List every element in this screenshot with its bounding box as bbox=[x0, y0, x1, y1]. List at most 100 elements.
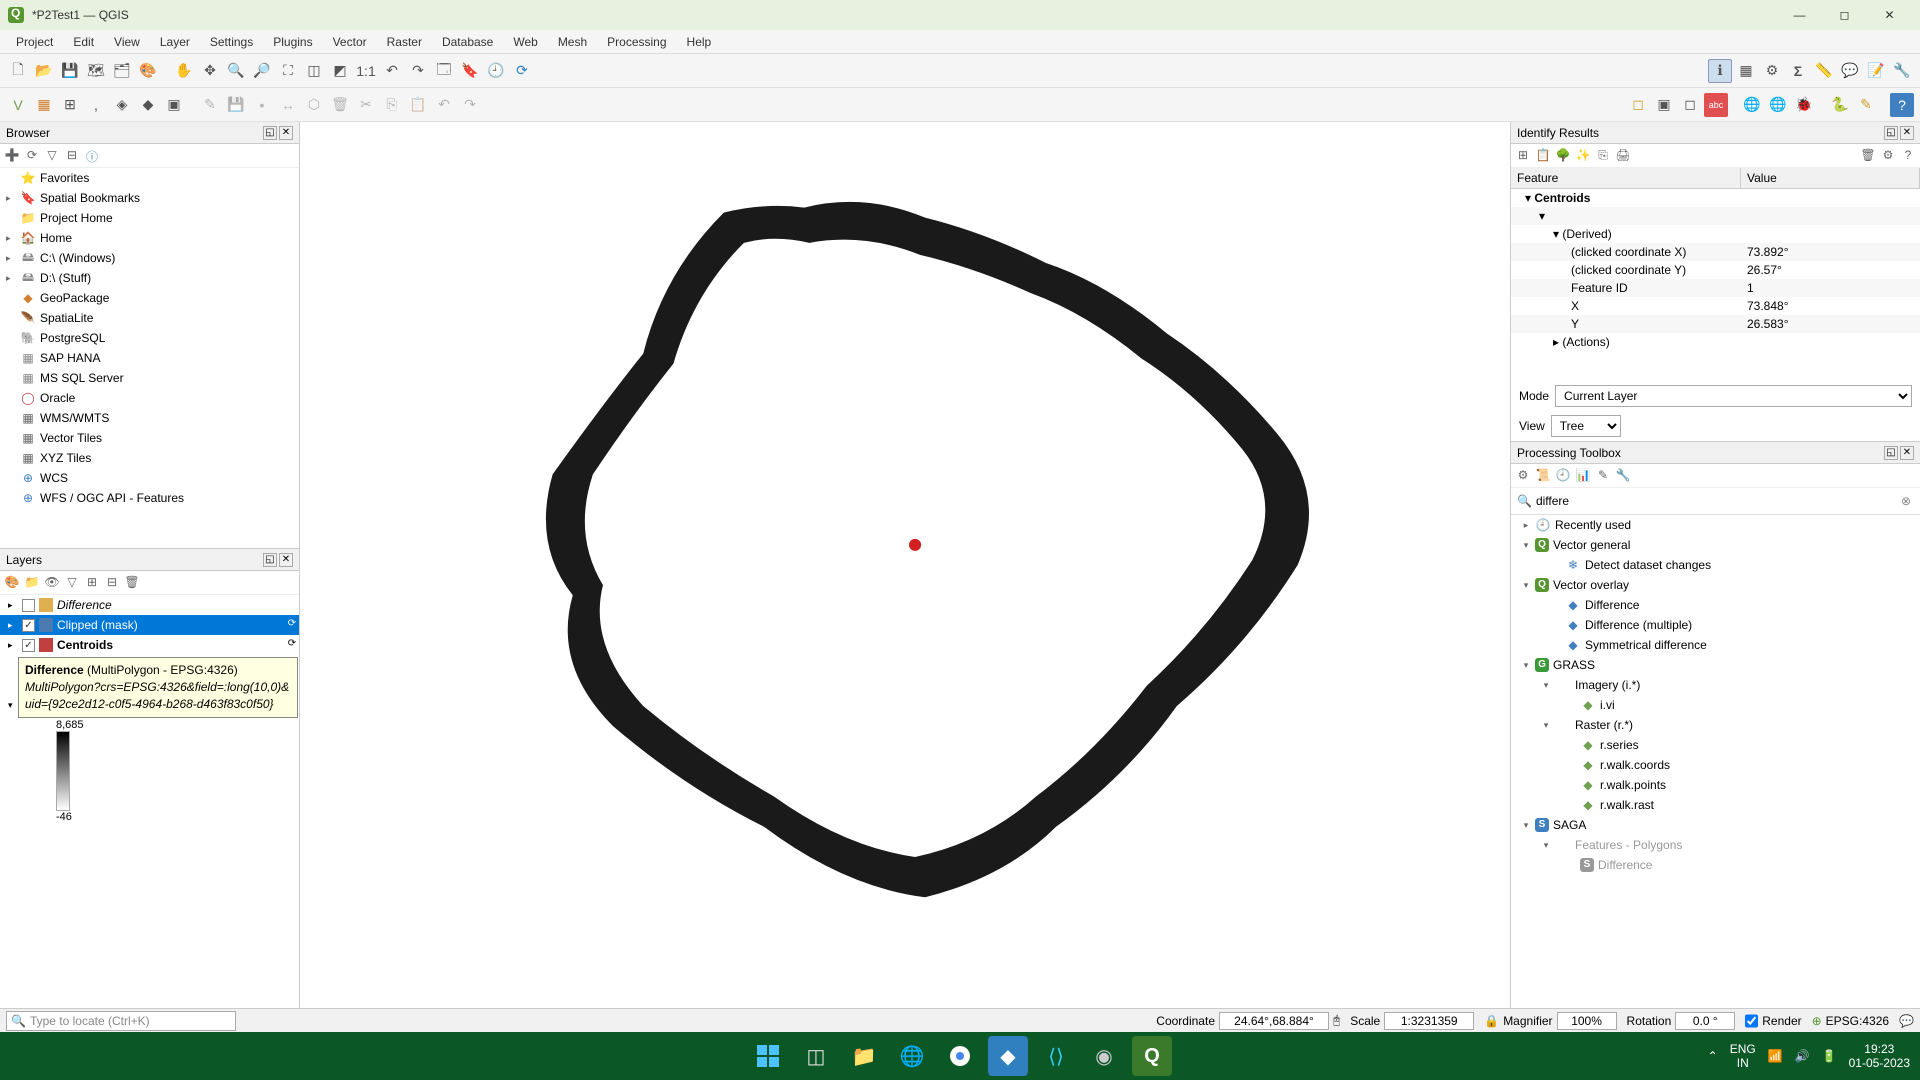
identify-tree-icon[interactable]: 🌳 bbox=[1555, 148, 1571, 164]
crs-label[interactable]: EPSG:4326 bbox=[1826, 1014, 1889, 1028]
cut-icon[interactable]: ✂ bbox=[354, 93, 378, 117]
identify-settings-icon[interactable]: ⚙ bbox=[1880, 148, 1896, 164]
menu-layer[interactable]: Layer bbox=[150, 32, 200, 52]
toolbox-search-clear-icon[interactable]: ⊗ bbox=[1898, 494, 1914, 508]
zoom-in-icon[interactable]: 🔍 bbox=[224, 59, 248, 83]
label-tool-icon[interactable]: abc bbox=[1704, 93, 1728, 117]
toolbox-results-icon[interactable]: 📊 bbox=[1575, 468, 1591, 484]
menu-database[interactable]: Database bbox=[432, 32, 503, 52]
browser-item[interactable]: ▦XYZ Tiles bbox=[0, 448, 299, 468]
layers-expand-icon[interactable]: ⊞ bbox=[84, 575, 100, 591]
toolbox-tree[interactable]: ▸🕘Recently used▾QVector general❄Detect d… bbox=[1511, 515, 1920, 1008]
browser-properties-icon[interactable]: ⓘ bbox=[84, 148, 100, 164]
browser-item[interactable]: 🪶SpatiaLite bbox=[0, 308, 299, 328]
identify-copy-icon[interactable]: ⎘ bbox=[1595, 148, 1611, 164]
identify-print-icon[interactable]: 🖨 bbox=[1615, 148, 1631, 164]
deselect-icon[interactable]: ◻ bbox=[1678, 93, 1702, 117]
browser-item[interactable]: ▦SAP HANA bbox=[0, 348, 299, 368]
node-tool-icon[interactable]: ⬡ bbox=[302, 93, 326, 117]
browser-item[interactable]: 🐘PostgreSQL bbox=[0, 328, 299, 348]
zoom-last-icon[interactable]: ↶ bbox=[380, 59, 404, 83]
zoom-next-icon[interactable]: ↷ bbox=[406, 59, 430, 83]
coord-input[interactable] bbox=[1219, 1012, 1329, 1030]
tray-volume-icon[interactable]: 🔊 bbox=[1795, 1049, 1810, 1063]
browser-tree[interactable]: ⭐Favorites▸🔖Spatial Bookmarks📁Project Ho… bbox=[0, 168, 299, 548]
menu-vector[interactable]: Vector bbox=[323, 32, 377, 52]
taskbar-qgis-icon[interactable]: Q bbox=[1132, 1036, 1172, 1076]
open-project-icon[interactable]: 📂 bbox=[32, 59, 56, 83]
taskbar-edge-icon[interactable]: 🌐 bbox=[892, 1036, 932, 1076]
taskbar-chrome-icon[interactable] bbox=[940, 1036, 980, 1076]
browser-collapse-icon[interactable]: ⊟ bbox=[64, 148, 80, 164]
toolbox-float-button[interactable]: ◱ bbox=[1884, 446, 1898, 460]
pan-icon[interactable]: ✋ bbox=[172, 59, 196, 83]
browser-item[interactable]: ⊕WCS bbox=[0, 468, 299, 488]
add-virtual-icon[interactable]: ◈ bbox=[110, 93, 134, 117]
add-delimited-icon[interactable]: , bbox=[84, 93, 108, 117]
toolbox-script-icon[interactable]: 📜 bbox=[1535, 468, 1551, 484]
menu-view[interactable]: View bbox=[104, 32, 150, 52]
toolbox-item[interactable]: ▾QVector overlay bbox=[1511, 575, 1920, 595]
add-raster-icon[interactable]: ▦ bbox=[32, 93, 56, 117]
layer-row[interactable]: ▸✓Centroids⟳ bbox=[0, 635, 299, 655]
browser-item[interactable]: ⭐Favorites bbox=[0, 168, 299, 188]
tray-chevron-icon[interactable]: ⌃ bbox=[1708, 1049, 1718, 1063]
browser-item[interactable]: ◯Oracle bbox=[0, 388, 299, 408]
toolbox-item[interactable]: ◆r.walk.points bbox=[1511, 775, 1920, 795]
identify-form-icon[interactable]: 📋 bbox=[1535, 148, 1551, 164]
toolbox-item[interactable]: ◆Difference bbox=[1511, 595, 1920, 615]
identify-icon[interactable]: ℹ bbox=[1708, 59, 1732, 83]
layers-collapse-icon[interactable]: ⊟ bbox=[104, 575, 120, 591]
toolbox-item[interactable]: ▸🕘Recently used bbox=[1511, 515, 1920, 535]
menu-settings[interactable]: Settings bbox=[200, 32, 263, 52]
new-map-view-icon[interactable]: 🗔 bbox=[432, 59, 456, 83]
toolbox-item[interactable]: ◆Symmetrical difference bbox=[1511, 635, 1920, 655]
taskbar-steam-icon[interactable]: ◉ bbox=[1084, 1036, 1124, 1076]
minimize-button[interactable]: ― bbox=[1777, 0, 1822, 30]
new-project-icon[interactable]: 🗋 bbox=[6, 59, 30, 83]
browser-item[interactable]: ▸🖴D:\ (Stuff) bbox=[0, 268, 299, 288]
identify-root[interactable]: Centroids bbox=[1534, 191, 1590, 205]
identify-derived[interactable]: (Derived) bbox=[1562, 227, 1611, 241]
taskbar-sketchup-icon[interactable]: ◆ bbox=[988, 1036, 1028, 1076]
tray-battery-icon[interactable]: 🔋 bbox=[1822, 1049, 1837, 1063]
browser-filter-icon[interactable]: ▽ bbox=[44, 148, 60, 164]
toolbox-item[interactable]: ▾QVector general bbox=[1511, 535, 1920, 555]
zoom-selection-icon[interactable]: ◫ bbox=[302, 59, 326, 83]
toolbox-icon[interactable]: 🔧 bbox=[1890, 59, 1914, 83]
redo-icon[interactable]: ↷ bbox=[458, 93, 482, 117]
layers-style-icon[interactable]: 🎨 bbox=[4, 575, 20, 591]
toolbox-item[interactable]: ❄Detect dataset changes bbox=[1511, 555, 1920, 575]
new-geopackage-icon[interactable]: ◆ bbox=[136, 93, 160, 117]
zoom-full-icon[interactable]: ⛶ bbox=[276, 59, 300, 83]
toolbox-item[interactable]: ◆r.walk.coords bbox=[1511, 755, 1920, 775]
menu-edit[interactable]: Edit bbox=[63, 32, 104, 52]
scale-input[interactable] bbox=[1384, 1012, 1474, 1030]
new-shapefile-icon[interactable]: ▣ bbox=[162, 93, 186, 117]
browser-item[interactable]: ⊕WFS / OGC API - Features bbox=[0, 488, 299, 508]
browser-item[interactable]: ▸🖴C:\ (Windows) bbox=[0, 248, 299, 268]
rot-input[interactable] bbox=[1675, 1012, 1735, 1030]
add-vector-icon[interactable]: V bbox=[6, 93, 30, 117]
toolbox-item[interactable]: ◆r.series bbox=[1511, 735, 1920, 755]
field-calc-icon[interactable]: ⚙ bbox=[1760, 59, 1784, 83]
identify-mode-select[interactable]: Current Layer bbox=[1555, 385, 1912, 407]
layers-tree[interactable]: ▸Difference▸✓Clipped (mask)⟳▸✓Centroids⟳… bbox=[0, 595, 299, 1008]
delete-icon[interactable]: 🗑 bbox=[328, 93, 352, 117]
temporal-icon[interactable]: 🕘 bbox=[484, 59, 508, 83]
browser-item[interactable]: ▦Vector Tiles bbox=[0, 428, 299, 448]
plugin-bug-icon[interactable]: 🐞 bbox=[1792, 93, 1816, 117]
crs-icon[interactable]: ⊕ bbox=[1812, 1014, 1822, 1028]
toolbox-close-button[interactable]: ✕ bbox=[1900, 446, 1914, 460]
paste-icon[interactable]: 📋 bbox=[406, 93, 430, 117]
measure-icon[interactable]: 📏 bbox=[1812, 59, 1836, 83]
tray-clock[interactable]: 19:2301-05-2023 bbox=[1849, 1042, 1910, 1071]
layers-visibility-icon[interactable]: 👁 bbox=[44, 575, 60, 591]
menu-project[interactable]: Project bbox=[6, 32, 63, 52]
add-feature-icon[interactable]: • bbox=[250, 93, 274, 117]
layers-filter-icon[interactable]: ▽ bbox=[64, 575, 80, 591]
layers-float-button[interactable]: ◱ bbox=[263, 553, 277, 567]
select-icon[interactable]: ◻ bbox=[1626, 93, 1650, 117]
browser-item[interactable]: ▦WMS/WMTS bbox=[0, 408, 299, 428]
toolbox-item[interactable]: ▾GGRASS bbox=[1511, 655, 1920, 675]
